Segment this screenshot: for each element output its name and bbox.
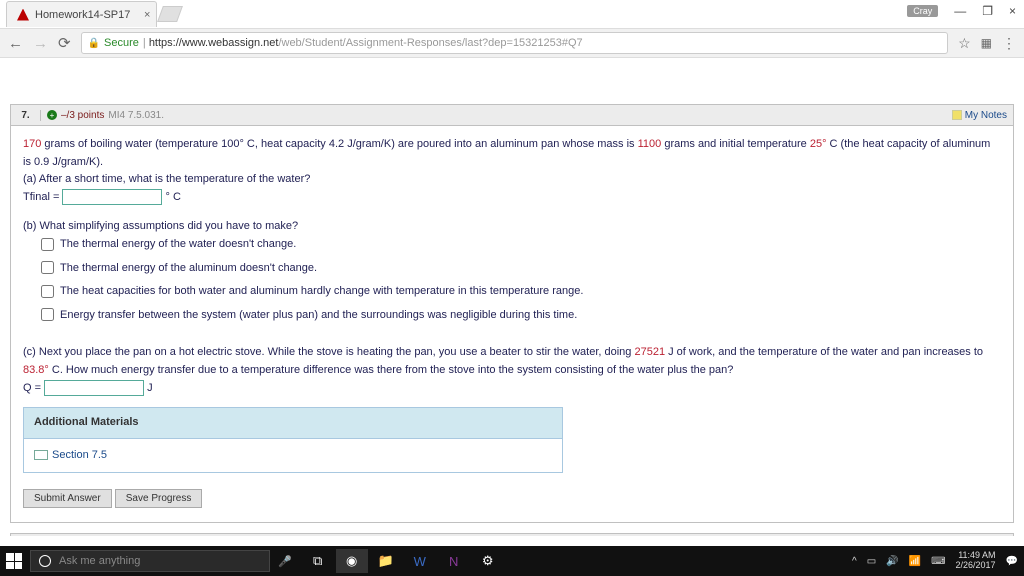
task-view-icon[interactable]: ⧉: [302, 549, 334, 573]
settings-icon[interactable]: ⚙: [472, 549, 504, 573]
wifi-icon[interactable]: 📶: [909, 556, 921, 567]
browser-tab[interactable]: Homework14-SP17 ×: [6, 1, 157, 27]
mic-icon[interactable]: 🎤: [278, 555, 292, 568]
minimize-icon[interactable]: —: [954, 4, 966, 18]
save-progress-button[interactable]: Save Progress: [115, 489, 203, 508]
new-tab-button[interactable]: [157, 6, 183, 22]
plus-icon[interactable]: +: [47, 110, 57, 120]
taskbar: Ask me anything 🎤 ⧉ ◉ 📁 W N ⚙ ^ ▭ 🔊 📶 ⌨ …: [0, 546, 1024, 576]
start-button[interactable]: [6, 553, 22, 569]
checkbox-opt3[interactable]: [41, 285, 54, 298]
cray-badge: Cray: [907, 5, 938, 17]
additional-materials-body: Section 7.5: [23, 439, 563, 474]
close-window-icon[interactable]: ×: [1009, 4, 1016, 18]
tfinal-input[interactable]: [62, 189, 162, 205]
favicon-icon: [17, 9, 29, 21]
keyboard-icon[interactable]: ⌨: [931, 556, 945, 567]
question-7-header: 7. + –/3 points MI4 7.5.031. My Notes: [10, 104, 1014, 126]
address-bar[interactable]: 🔒 Secure | https://www.webassign.net/web…: [81, 32, 949, 54]
checkbox-opt1[interactable]: [41, 238, 54, 251]
additional-materials-header: Additional Materials: [23, 407, 563, 439]
option-2[interactable]: The thermal energy of the aluminum doesn…: [41, 260, 1001, 278]
cortana-search[interactable]: Ask me anything: [30, 550, 270, 572]
url-text: https://www.webassign.net/web/Student/As…: [146, 37, 583, 49]
my-notes-link[interactable]: My Notes: [952, 110, 1007, 121]
book-icon: [34, 450, 48, 460]
onenote-icon[interactable]: N: [438, 549, 470, 573]
tab-title: Homework14-SP17: [35, 9, 130, 21]
chrome-icon[interactable]: ◉: [336, 549, 368, 573]
q7-number: 7.: [11, 110, 41, 121]
back-icon[interactable]: ←: [8, 35, 23, 52]
secure-label: Secure: [104, 37, 139, 49]
reload-icon[interactable]: ⟳: [58, 34, 71, 52]
question-8-header: 8. + 3/3 points | Previous Answers MI4 7…: [10, 533, 1014, 536]
submit-answer-button[interactable]: Submit Answer: [23, 489, 112, 508]
section-link[interactable]: Section 7.5: [52, 449, 107, 461]
battery-icon[interactable]: ▭: [867, 556, 876, 567]
checkbox-opt4[interactable]: [41, 308, 54, 321]
maximize-icon[interactable]: ❐: [982, 4, 993, 18]
volume-icon[interactable]: 🔊: [886, 556, 898, 567]
cortana-icon: [39, 555, 51, 567]
explorer-icon[interactable]: 📁: [370, 549, 402, 573]
clock[interactable]: 11:49 AM 2/26/2017: [956, 551, 996, 571]
star-icon[interactable]: ☆: [958, 35, 971, 52]
menu-icon[interactable]: ⋮: [1002, 35, 1016, 52]
checkbox-opt2[interactable]: [41, 261, 54, 274]
option-1[interactable]: The thermal energy of the water doesn't …: [41, 236, 1001, 254]
forward-icon[interactable]: →: [33, 35, 48, 52]
q-input[interactable]: [44, 380, 144, 396]
q7-source: MI4 7.5.031.: [108, 110, 164, 121]
notification-icon[interactable]: 💬: [1006, 556, 1018, 567]
note-icon: [952, 110, 962, 120]
tray-chevron-icon[interactable]: ^: [852, 556, 857, 567]
close-tab-icon[interactable]: ×: [144, 9, 150, 21]
option-3[interactable]: The heat capacities for both water and a…: [41, 283, 1001, 301]
question-7-body: 170 grams of boiling water (temperature …: [10, 126, 1014, 523]
extension-icon[interactable]: ▦: [981, 36, 992, 50]
option-4[interactable]: Energy transfer between the system (wate…: [41, 307, 1001, 325]
lock-icon: 🔒: [88, 38, 100, 49]
q7-points: –/3 points: [61, 110, 104, 121]
word-icon[interactable]: W: [404, 549, 436, 573]
